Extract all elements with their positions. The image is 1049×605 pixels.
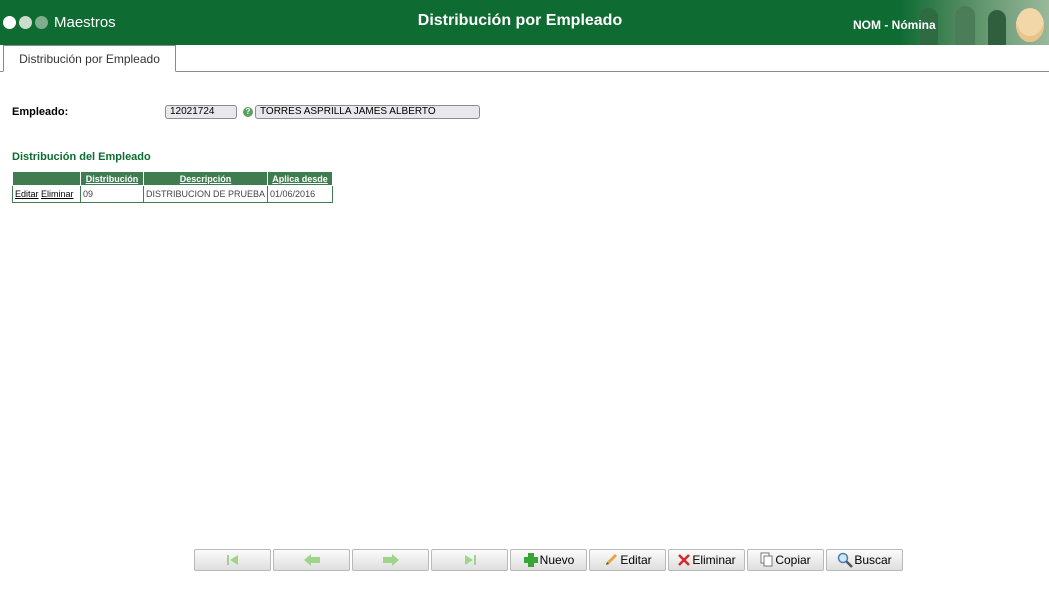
- eliminar-label: Eliminar: [692, 553, 736, 567]
- editar-button[interactable]: Editar: [589, 549, 666, 571]
- tab-bar: Distribución por Empleado: [0, 45, 1049, 72]
- nuevo-button[interactable]: Nuevo: [510, 549, 587, 571]
- buscar-label: Buscar: [854, 553, 892, 567]
- bottom-toolbar: Nuevo Editar Eliminar Copiar Buscar: [194, 549, 903, 571]
- cell-descripcion: DISTRIBUCION DE PRUEBA: [142, 185, 269, 203]
- editar-label: Editar: [620, 553, 652, 567]
- first-icon: [226, 555, 238, 565]
- section-title: Distribución del Empleado: [12, 151, 151, 163]
- copiar-button[interactable]: Copiar: [747, 549, 824, 571]
- table-row: Editar Eliminar 09 DISTRIBUCION DE PRUEB…: [12, 185, 334, 203]
- delete-row-link[interactable]: Eliminar: [41, 189, 74, 199]
- buscar-button[interactable]: Buscar: [826, 549, 903, 571]
- edit-row-link[interactable]: Editar: [15, 189, 39, 199]
- delete-x-icon: [678, 554, 691, 566]
- copy-icon: [760, 552, 773, 567]
- column-header-actions: [12, 171, 81, 186]
- tab-distribucion-por-empleado[interactable]: Distribución por Empleado: [3, 45, 176, 72]
- row-actions: Editar Eliminar: [12, 185, 81, 203]
- first-record-button[interactable]: [194, 549, 271, 571]
- help-icon[interactable]: ?: [243, 107, 253, 117]
- arrow-left-icon: [303, 554, 320, 566]
- pencil-icon: [606, 554, 618, 565]
- next-record-button[interactable]: [352, 549, 429, 571]
- column-header-aplica-desde[interactable]: Aplica desde: [267, 171, 334, 186]
- nuevo-label: Nuevo: [539, 553, 575, 567]
- copiar-label: Copiar: [775, 553, 811, 567]
- last-record-button[interactable]: [431, 549, 508, 571]
- empleado-name-field[interactable]: TORRES ASPRILLA JAMES ALBERTO: [255, 105, 480, 119]
- empleado-code-field[interactable]: 12021724: [165, 105, 237, 119]
- arrow-right-icon: [382, 554, 399, 566]
- cell-aplica-desde: 01/06/2016: [267, 185, 334, 203]
- cell-distribucion: 09: [80, 185, 144, 203]
- empleado-label: Empleado:: [12, 106, 69, 118]
- plus-icon: [523, 553, 538, 567]
- previous-record-button[interactable]: [273, 549, 350, 571]
- eliminar-button[interactable]: Eliminar: [668, 549, 745, 571]
- last-icon: [464, 555, 476, 565]
- column-header-distribucion[interactable]: Distribución: [80, 171, 144, 186]
- app-header: Maestros Distribución por Empleado NOM -…: [0, 0, 1049, 45]
- table-header-row: Distribución Descripción Aplica desde: [12, 171, 334, 186]
- column-header-descripcion[interactable]: Descripción: [142, 171, 269, 186]
- distribution-table: Distribución Descripción Aplica desde Ed…: [12, 171, 334, 203]
- search-icon: [838, 552, 854, 568]
- app-label: NOM - Nómina: [853, 18, 936, 32]
